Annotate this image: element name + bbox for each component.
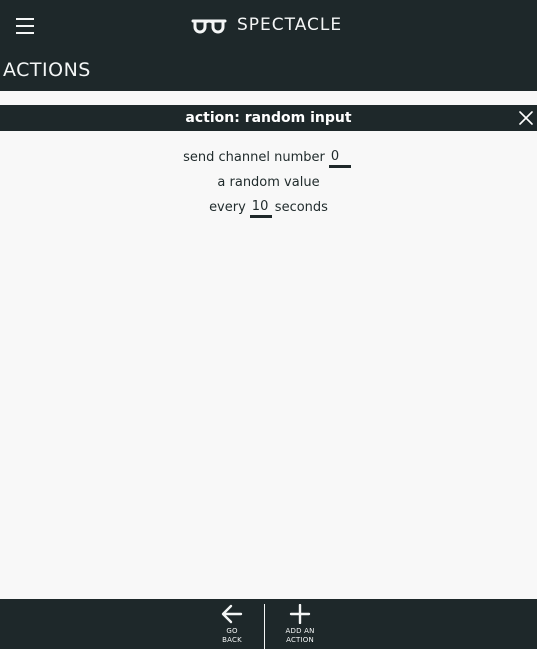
value-line: a random value [0, 170, 537, 195]
action-title: action: random input [185, 110, 352, 126]
channel-label: send channel number [183, 150, 325, 165]
hamburger-menu-icon[interactable] [16, 18, 34, 34]
brand-name: SPECTACLE [237, 15, 343, 35]
spectacles-logo-icon [191, 19, 227, 34]
go-back-label-line2: BACK [222, 636, 242, 644]
interval-line: every seconds [0, 195, 537, 220]
channel-number-input[interactable] [328, 147, 351, 168]
top-bar: SPECTACLE ACTIONS [0, 0, 537, 91]
add-action-label-line2: ACTION [286, 636, 314, 644]
go-back-button[interactable]: GO BACK [207, 599, 257, 649]
seconds-input[interactable] [249, 197, 272, 218]
every-label: every [209, 200, 246, 215]
plus-icon [289, 604, 311, 624]
close-icon[interactable] [519, 111, 533, 125]
section-title: ACTIONS [3, 59, 91, 81]
channel-line: send channel number [0, 145, 537, 170]
seconds-label: seconds [274, 200, 328, 215]
add-action-button[interactable]: ADD AN ACTION [275, 599, 325, 649]
arrow-left-icon [221, 604, 243, 624]
bottom-bar: GO BACK ADD AN ACTION [0, 599, 537, 649]
random-value-label: a random value [217, 175, 320, 190]
action-panel-body: send channel number a random value every… [0, 131, 537, 220]
action-panel-header: action: random input [0, 105, 537, 131]
brand: SPECTACLE [191, 12, 342, 38]
footer-divider [264, 604, 265, 649]
